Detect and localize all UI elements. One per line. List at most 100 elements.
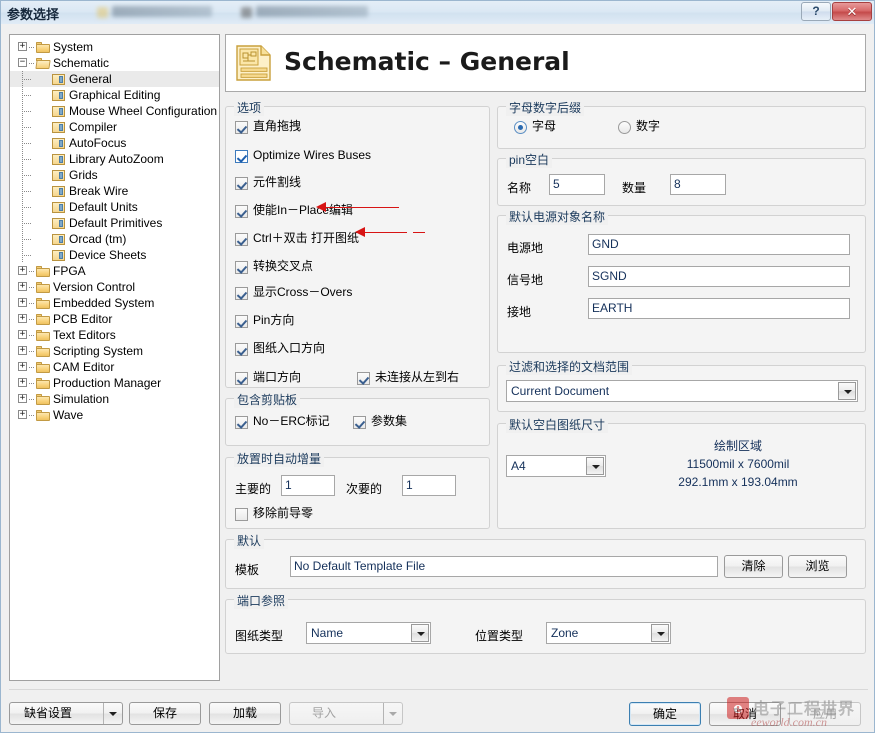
tree-item-label: Simulation <box>53 392 110 406</box>
earth-input[interactable]: EARTH <box>588 298 850 319</box>
set-to-defaults-button[interactable]: 缺省设置 <box>9 702 123 725</box>
close-icon: ✕ <box>846 4 858 19</box>
tree-item-production-manager[interactable]: + Production Manager <box>10 375 219 391</box>
page-icon <box>52 202 65 213</box>
pin-number-margin-input[interactable]: 8 <box>670 174 726 195</box>
tree-item-label: FPGA <box>53 264 86 278</box>
checkbox-label: Ctrl＋双击 打开图纸 <box>253 231 359 245</box>
document-scope-combo[interactable]: Current Document <box>506 380 858 402</box>
tree-guide-line <box>22 111 32 112</box>
page-header: Schematic – General <box>225 34 866 92</box>
chevron-down-icon[interactable] <box>411 624 429 642</box>
tree-expand-icon[interactable]: + <box>18 330 27 339</box>
preferences-dialog: 参数选择 ? ✕ + System − Schematic General Graphic… <box>0 0 875 733</box>
tree-item-break-wire[interactable]: Break Wire <box>10 183 219 199</box>
load-button[interactable]: 加载 <box>209 702 281 725</box>
ok-button[interactable]: 确定 <box>629 702 701 726</box>
tree-item-embedded-system[interactable]: + Embedded System <box>10 295 219 311</box>
tree-expand-icon[interactable]: + <box>18 298 27 307</box>
tree-expand-icon[interactable]: + <box>18 362 27 371</box>
tree-item-scripting-system[interactable]: + Scripting System <box>10 343 219 359</box>
tree-item-autofocus[interactable]: AutoFocus <box>10 135 219 151</box>
schematic-document-icon <box>236 45 271 81</box>
tree-item-fpga[interactable]: + FPGA <box>10 263 219 279</box>
earth-label: 接地 <box>507 305 532 319</box>
power-ground-input[interactable]: GND <box>588 234 850 255</box>
close-button[interactable]: ✕ <box>832 2 872 21</box>
location-type-combo[interactable]: Zone <box>546 622 671 644</box>
tree-expand-icon[interactable]: + <box>18 394 27 403</box>
browse-template-button[interactable]: 浏览 <box>788 555 847 578</box>
chevron-down-icon[interactable] <box>586 457 604 475</box>
tree-item-schematic[interactable]: − Schematic <box>10 55 219 71</box>
tree-item-simulation[interactable]: + Simulation <box>10 391 219 407</box>
tree-item-label: Default Primitives <box>69 216 163 230</box>
radio-label: 数字 <box>636 119 661 133</box>
tree-expand-icon[interactable]: + <box>18 282 27 291</box>
secondary-increment-input[interactable]: 1 <box>402 475 456 496</box>
tree-item-graphical-editing[interactable]: Graphical Editing <box>10 87 219 103</box>
folder-icon <box>36 314 50 325</box>
radio-box <box>514 121 527 134</box>
chevron-down-icon[interactable] <box>838 382 856 400</box>
tree-guide-line <box>22 95 32 96</box>
tree-guide-line <box>29 47 35 48</box>
pin-margin-group: pin空白 名称 5 数量 8 <box>497 151 866 206</box>
chevron-down-icon[interactable] <box>651 624 669 642</box>
signal-ground-input[interactable]: SGND <box>588 266 850 287</box>
set-to-defaults-label: 缺省设置 <box>24 706 73 720</box>
folder-icon <box>36 378 50 389</box>
power-ground-label: 电源地 <box>507 241 544 255</box>
settings-content-panel: Schematic – General 选项 直角拖拽 Optimize Wire… <box>225 34 868 679</box>
tree-item-wave[interactable]: + Wave <box>10 407 219 423</box>
tree-expand-icon[interactable]: + <box>18 266 27 275</box>
save-button[interactable]: 保存 <box>129 702 201 725</box>
help-button[interactable]: ? <box>801 2 831 21</box>
page-title: Schematic – General <box>284 47 570 76</box>
tree-expand-icon[interactable]: + <box>18 378 27 387</box>
tree-expand-icon[interactable]: + <box>18 42 27 51</box>
draw-area-imperial: 11500mil x 7600mil <box>686 457 790 471</box>
tree-item-orcad-tm[interactable]: Orcad (tm) <box>10 231 219 247</box>
help-icon: ? <box>812 4 820 18</box>
tree-expand-icon[interactable]: + <box>18 314 27 323</box>
sheet-type-label: 图纸类型 <box>235 629 284 643</box>
primary-increment-input[interactable]: 1 <box>281 475 335 496</box>
checkbox-label: 显示Cross－Overs <box>253 285 353 299</box>
tree-item-text-editors[interactable]: + Text Editors <box>10 327 219 343</box>
tree-item-mouse-wheel-configuration[interactable]: Mouse Wheel Configuration <box>10 103 219 119</box>
settings-tree: + System − Schematic General Graphical Editin… <box>10 39 219 423</box>
pin-name-margin-input[interactable]: 5 <box>549 174 605 195</box>
tree-expand-icon[interactable]: + <box>18 346 27 355</box>
clipboard-group: 包含剪贴板 No－ERC标记 参数集 <box>225 391 490 446</box>
settings-tree-panel[interactable]: + System − Schematic General Graphical Editin… <box>9 34 220 681</box>
window-title: 参数选择 <box>7 8 60 23</box>
tree-item-grids[interactable]: Grids <box>10 167 219 183</box>
tree-item-device-sheets[interactable]: Device Sheets <box>10 247 219 263</box>
tree-item-version-control[interactable]: + Version Control <box>10 279 219 295</box>
checkbox-box <box>235 261 248 274</box>
tree-item-library-autozoom[interactable]: Library AutoZoom <box>10 151 219 167</box>
tree-expand-icon[interactable]: + <box>18 410 27 419</box>
tree-collapse-icon[interactable]: − <box>18 58 27 67</box>
template-path-input[interactable]: No Default Template File <box>290 556 718 577</box>
checkbox-box <box>235 416 248 429</box>
page-icon <box>52 106 65 117</box>
checkbox-label: 参数集 <box>371 414 408 428</box>
tree-item-pcb-editor[interactable]: + PCB Editor <box>10 311 219 327</box>
tree-item-general[interactable]: General <box>10 71 219 87</box>
tree-item-cam-editor[interactable]: + CAM Editor <box>10 359 219 375</box>
footer-divider <box>9 689 868 690</box>
sheet-type-combo[interactable]: Name <box>306 622 431 644</box>
tree-item-default-units[interactable]: Default Units <box>10 199 219 215</box>
clear-template-button[interactable]: 清除 <box>724 555 783 578</box>
cancel-button[interactable]: 取消 <box>709 702 781 726</box>
sheet-size-combo[interactable]: A4 <box>506 455 606 477</box>
chevron-down-icon[interactable] <box>103 703 122 724</box>
tree-item-system[interactable]: + System <box>10 39 219 55</box>
tree-item-default-primitives[interactable]: Default Primitives <box>10 215 219 231</box>
checkbox-label: 直角拖拽 <box>253 119 302 133</box>
tree-item-compiler[interactable]: Compiler <box>10 119 219 135</box>
title-bar: 参数选择 ? ✕ <box>1 1 874 24</box>
tree-guide-line <box>29 271 35 272</box>
